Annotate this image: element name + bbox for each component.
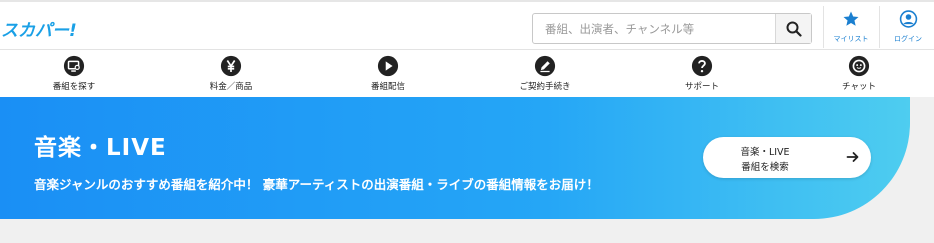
tv-search-icon	[63, 55, 85, 77]
user-icon	[899, 10, 917, 28]
site-logo[interactable]: スカパー!	[1, 16, 77, 41]
nav-label: サポート	[684, 82, 719, 92]
nav-item-support[interactable]: サポート	[657, 55, 747, 92]
main-nav: 番組を探す 料金／商品 番組配信 ご契約手続き サポート チャット	[0, 50, 934, 97]
nav-label: 番組を探す	[52, 82, 96, 92]
header-divider	[823, 6, 824, 48]
search-box	[532, 13, 812, 44]
nav-item-streaming[interactable]: 番組配信	[343, 55, 433, 92]
nav-item-chat[interactable]: チャット	[814, 55, 904, 92]
nav-item-pricing[interactable]: 料金／商品	[186, 55, 276, 92]
mylist-label: マイリスト	[833, 35, 869, 43]
header-divider	[879, 6, 880, 48]
search-input[interactable]	[533, 14, 775, 43]
nav-label: ご契約手続き	[519, 82, 571, 92]
search-programs-button[interactable]: 音楽・LIVE 番組を検索	[703, 137, 871, 178]
arrow-right-icon	[846, 152, 859, 162]
nav-label: 料金／商品	[209, 82, 253, 92]
mylist-button[interactable]: マイリスト	[826, 9, 876, 47]
banner-description: 音楽ジャンルのおすすめ番組を紹介中！ 豪華アーティストの出演番組・ライブの番組情…	[34, 177, 599, 192]
play-icon	[377, 55, 399, 77]
nav-item-contract[interactable]: ご契約手続き	[500, 55, 590, 92]
nav-label: チャット	[842, 82, 876, 92]
chat-bot-icon	[848, 55, 870, 77]
search-button[interactable]	[775, 14, 811, 43]
yen-icon	[220, 55, 242, 77]
login-label: ログイン	[894, 35, 922, 43]
login-button[interactable]: ログイン	[883, 9, 933, 47]
search-icon	[786, 21, 802, 37]
star-icon	[843, 11, 859, 26]
category-banner: 音楽・LIVE 音楽ジャンルのおすすめ番組を紹介中！ 豪華アーティストの出演番組…	[0, 97, 910, 219]
site-header: スカパー! マイリスト ログイン	[0, 0, 934, 50]
button-label-line1: 音楽・LIVE	[740, 147, 790, 158]
nav-item-search-programs[interactable]: 番組を探す	[29, 55, 119, 92]
button-label-line2: 番組を検索	[741, 162, 789, 173]
page-title: 音楽・LIVE	[34, 135, 167, 161]
question-icon	[691, 55, 713, 77]
nav-label: 番組配信	[370, 82, 405, 92]
pen-icon	[534, 55, 556, 77]
